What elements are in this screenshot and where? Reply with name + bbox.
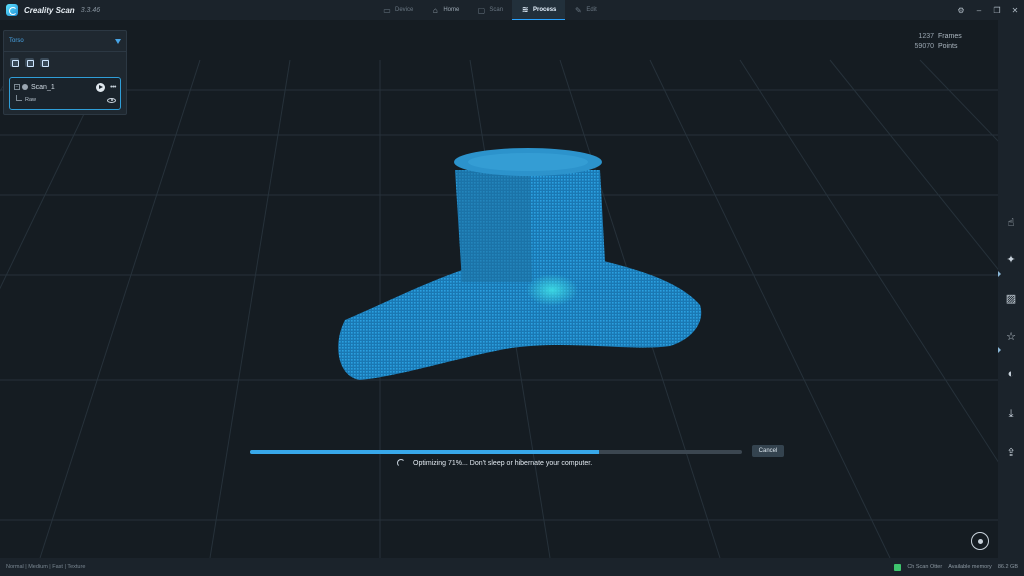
- device-icon: ▭: [383, 5, 391, 15]
- memory-label: Available memory: [948, 564, 992, 570]
- raw-label: Raw: [25, 97, 37, 103]
- progress-bar: [250, 450, 742, 454]
- tab-scan[interactable]: ▢ Scan: [468, 0, 512, 20]
- loading-spinner-icon: [397, 459, 405, 467]
- device-name: Ch Scan Otter: [907, 564, 943, 570]
- collapse-toggle-icon[interactable]: −: [14, 84, 20, 90]
- raw-data-item[interactable]: Raw: [10, 94, 120, 106]
- point-cloud-model: [338, 148, 702, 380]
- minimize-button[interactable]: –: [974, 6, 984, 15]
- cancel-button[interactable]: Cancel: [752, 445, 784, 457]
- process-icon: ≋: [521, 5, 529, 14]
- scene-panel: Torso − Scan_1 ••• Raw: [3, 30, 127, 115]
- window-controls: ⚙ – ❐ ✕: [956, 0, 1020, 20]
- restore-button[interactable]: ❐: [992, 6, 1002, 15]
- status-bar: Normal | Medium | Fast | Texture Ch Scan…: [0, 558, 1024, 576]
- scan-item[interactable]: − Scan_1 ••• Raw: [9, 77, 121, 110]
- app-logo-icon: [6, 4, 18, 16]
- submenu-marker: [998, 347, 1001, 353]
- tab-home[interactable]: ⌂ Home: [422, 0, 468, 20]
- play-icon[interactable]: [96, 82, 106, 92]
- export-icon[interactable]: ⇪: [1003, 444, 1019, 460]
- app-name: Creality Scan: [24, 5, 75, 15]
- home-icon: ⌂: [432, 5, 438, 15]
- title-bar: Creality Scan 3.3.46 ▭ Device ⌂ Home ▢ S…: [0, 0, 1024, 20]
- scan-stats: 1237 Frames 59070 Points: [914, 32, 962, 52]
- progress-message: Optimizing 71%... Don't sleep or hiberna…: [413, 459, 593, 467]
- 3d-viewport[interactable]: Torso − Scan_1 ••• Raw 1237 Frames 59070…: [0, 20, 998, 558]
- scan-mode-list: Normal | Medium | Fast | Texture: [6, 564, 86, 570]
- app-version: 3.3.46: [80, 6, 101, 14]
- main-tabs: ▭ Device ⌂ Home ▢ Scan ≋ Process ✎ Edit: [374, 0, 606, 20]
- right-toolbar: ☝ ✦ ▨ ☆ ◐ ⤓ ⇪: [998, 20, 1024, 558]
- visibility-dot-icon: [22, 84, 28, 90]
- frames-value: 1237: [918, 33, 934, 40]
- hand-point-icon[interactable]: ☝: [1003, 214, 1019, 230]
- more-options-icon[interactable]: •••: [110, 84, 116, 91]
- locate-view-icon[interactable]: [971, 532, 989, 550]
- close-button[interactable]: ✕: [1010, 6, 1020, 15]
- chevron-down-icon: [115, 38, 121, 44]
- memory-value: 86.2 GB: [997, 564, 1018, 570]
- new-group-icon[interactable]: [10, 58, 19, 67]
- scan-name: Scan_1: [31, 83, 55, 91]
- points-label: Points: [938, 43, 958, 50]
- tab-edit[interactable]: ✎ Edit: [565, 0, 605, 20]
- delete-icon[interactable]: [40, 58, 49, 67]
- frames-label: Frames: [938, 33, 962, 40]
- submenu-marker: [998, 271, 1001, 277]
- project-name: Torso: [9, 38, 24, 44]
- star-select-icon[interactable]: ☆: [1003, 328, 1019, 344]
- download-icon[interactable]: ⤓: [1003, 406, 1019, 422]
- palette-icon[interactable]: ◐: [1003, 366, 1019, 382]
- scan-icon: ▢: [477, 5, 486, 15]
- tab-device[interactable]: ▭ Device: [374, 0, 422, 20]
- floor-grid: [0, 59, 998, 558]
- eye-icon[interactable]: [107, 97, 116, 103]
- folder-icon[interactable]: [25, 58, 34, 67]
- settings-gear-icon[interactable]: ⚙: [956, 6, 966, 15]
- panel-toolbar: [4, 52, 126, 72]
- progress-fill: [250, 450, 600, 454]
- project-selector[interactable]: Torso: [4, 31, 126, 52]
- tree-connector: [16, 95, 22, 101]
- points-value: 59070: [914, 43, 934, 50]
- device-status-icon: [894, 563, 902, 571]
- tab-process[interactable]: ≋ Process: [512, 0, 566, 20]
- layers-icon[interactable]: ▨: [1003, 290, 1019, 306]
- magic-wand-icon[interactable]: ✦: [1003, 251, 1019, 267]
- edit-icon: ✎: [575, 5, 582, 15]
- progress-status: Optimizing 71%... Don't sleep or hiberna…: [397, 459, 592, 467]
